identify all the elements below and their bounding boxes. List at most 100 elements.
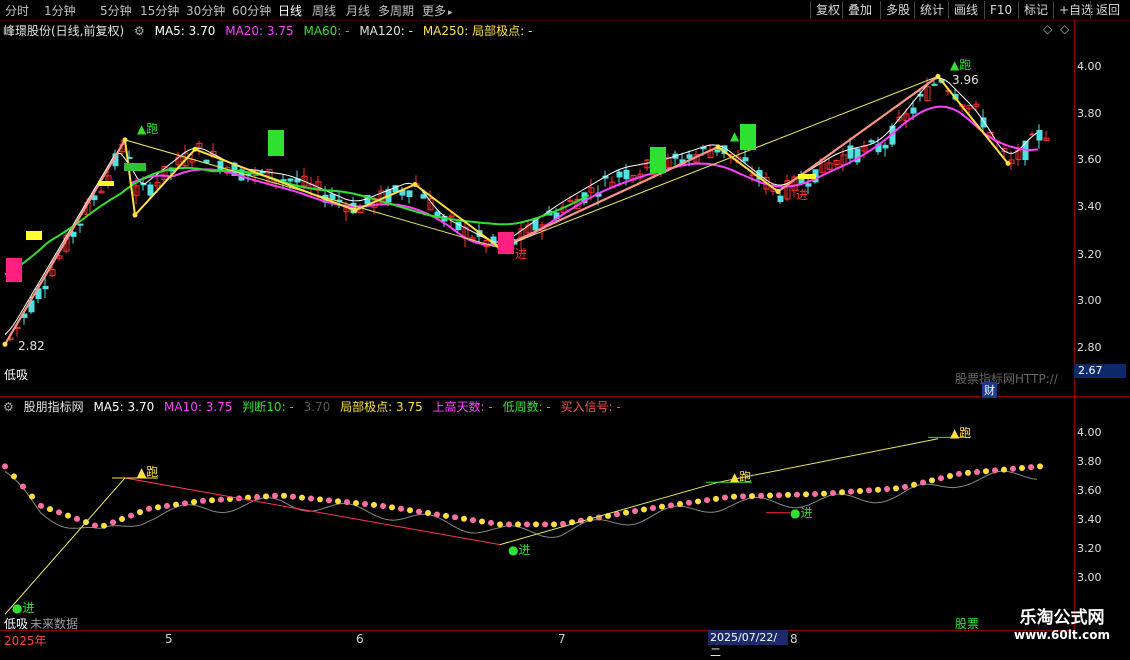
main-ytick: 4.00	[1077, 60, 1102, 73]
main-bottom-label: 低吸	[4, 368, 29, 382]
sub-dot	[758, 492, 764, 499]
sub-dot	[830, 489, 836, 496]
main-ytick: 3.20	[1077, 248, 1102, 261]
sub-dot	[173, 501, 179, 508]
candle-body	[777, 195, 784, 203]
sub-ytick: 3.00	[1077, 571, 1102, 584]
candle-body	[406, 190, 413, 198]
main-ytick: 3.40	[1077, 200, 1102, 213]
sub-dot	[722, 494, 728, 501]
sub-dot	[677, 501, 683, 508]
high-price-label: 3.96	[952, 73, 979, 87]
sub-dot	[992, 467, 998, 474]
x-label: 8	[790, 632, 798, 646]
main-ma60: MA60: -	[303, 24, 350, 38]
sub-enter-label: ●进	[790, 506, 813, 520]
sub-ytick: 3.60	[1077, 484, 1102, 497]
sub-dot	[479, 518, 485, 525]
candle-body	[420, 194, 427, 199]
sub-run-label: ▲跑	[730, 470, 752, 484]
pivot-dot	[2, 341, 8, 347]
brand-url: www.60lt.com	[1013, 628, 1111, 642]
x-label: 2025年	[4, 634, 47, 648]
sub-dot	[488, 519, 494, 526]
sub-dot	[524, 521, 530, 528]
sub-dot	[272, 492, 278, 499]
enter-signal-label: 进	[796, 188, 809, 202]
candle-body	[287, 178, 294, 182]
sub-gray-line	[4, 470, 1038, 538]
candle-body	[77, 223, 84, 226]
main-ytick: 3.60	[1077, 153, 1102, 166]
candle-body	[931, 83, 938, 86]
main-ma250: MA250: 局部极点: -	[422, 24, 533, 38]
sub-ma10: MA10: 3.75	[164, 400, 233, 414]
candle-body	[714, 149, 721, 153]
sub-dot	[29, 493, 35, 500]
sub-dot	[902, 483, 908, 490]
current-price-box: 2.67	[1074, 364, 1126, 378]
sub-dot	[11, 473, 17, 480]
sub-dot	[668, 502, 674, 509]
candle-body	[70, 231, 77, 237]
sub-dot	[335, 498, 341, 505]
pivot-dot	[122, 137, 128, 143]
diamond-icon[interactable]: ◇	[1043, 22, 1052, 36]
sell-block	[650, 147, 666, 173]
sub-dot	[2, 463, 8, 470]
collapse-icon[interactable]: ◇	[1060, 22, 1069, 36]
sub-dot	[749, 493, 755, 500]
main-ytick: 2.80	[1077, 341, 1102, 354]
sub-up-days: 上高天数: -	[432, 400, 493, 414]
pivot-dot	[1005, 160, 1011, 166]
sub-run-label: ▲跑	[950, 426, 972, 440]
sub-dot	[470, 517, 476, 524]
kline-chart-canvas[interactable]	[0, 0, 1130, 650]
sub-dot	[641, 506, 647, 513]
sub-dot	[1001, 466, 1007, 473]
sub-dot	[290, 493, 296, 500]
sub-dot	[848, 488, 854, 495]
sub-dot	[434, 511, 440, 518]
sub-dot	[137, 509, 143, 516]
candle-body	[910, 107, 917, 114]
sub-dot	[92, 522, 98, 529]
sub-extreme: 局部极点: 3.75	[340, 400, 423, 414]
sub-dot	[1010, 465, 1016, 472]
sub-dot	[389, 504, 395, 511]
brand-name: 乐淘公式网	[1019, 608, 1105, 628]
settings-icon[interactable]: ⚙	[134, 24, 145, 38]
sub-dot	[551, 521, 557, 528]
sub-dot	[659, 503, 665, 510]
sub-dot	[380, 502, 386, 509]
sub-dot	[785, 491, 791, 498]
sub-dot	[1019, 464, 1025, 471]
candle-body	[42, 285, 49, 290]
run-signal-label: ▲跑	[730, 129, 752, 143]
sub-dot	[56, 509, 62, 516]
candle-body	[868, 140, 875, 143]
sub-dot	[623, 509, 629, 516]
sub-dot	[731, 493, 737, 500]
x-label: 6	[356, 632, 364, 646]
main-ytick: 3.80	[1077, 107, 1102, 120]
sub-enter-label: ●进	[508, 543, 531, 557]
finance-badge[interactable]: 财	[982, 382, 997, 398]
sub-dot	[965, 469, 971, 476]
channel-line	[124, 75, 939, 249]
sub-ytick: 4.00	[1077, 426, 1102, 439]
sub-dot	[776, 492, 782, 499]
sub-dot	[182, 500, 188, 507]
sub-dot	[218, 496, 224, 503]
sub-dot	[254, 494, 260, 501]
sub-dot	[416, 508, 422, 515]
sub-dot	[65, 512, 71, 519]
run-signal-label: ▲跑	[137, 122, 159, 136]
indicator-title: 股朋指标网	[23, 400, 84, 414]
sub-dot	[686, 499, 692, 506]
main-ma5: MA5: 3.70	[154, 24, 216, 38]
sub-dot	[371, 501, 377, 508]
sub-settings-icon[interactable]: ⚙	[3, 400, 14, 414]
sub-dot	[74, 515, 80, 522]
sub-dot	[119, 515, 125, 522]
